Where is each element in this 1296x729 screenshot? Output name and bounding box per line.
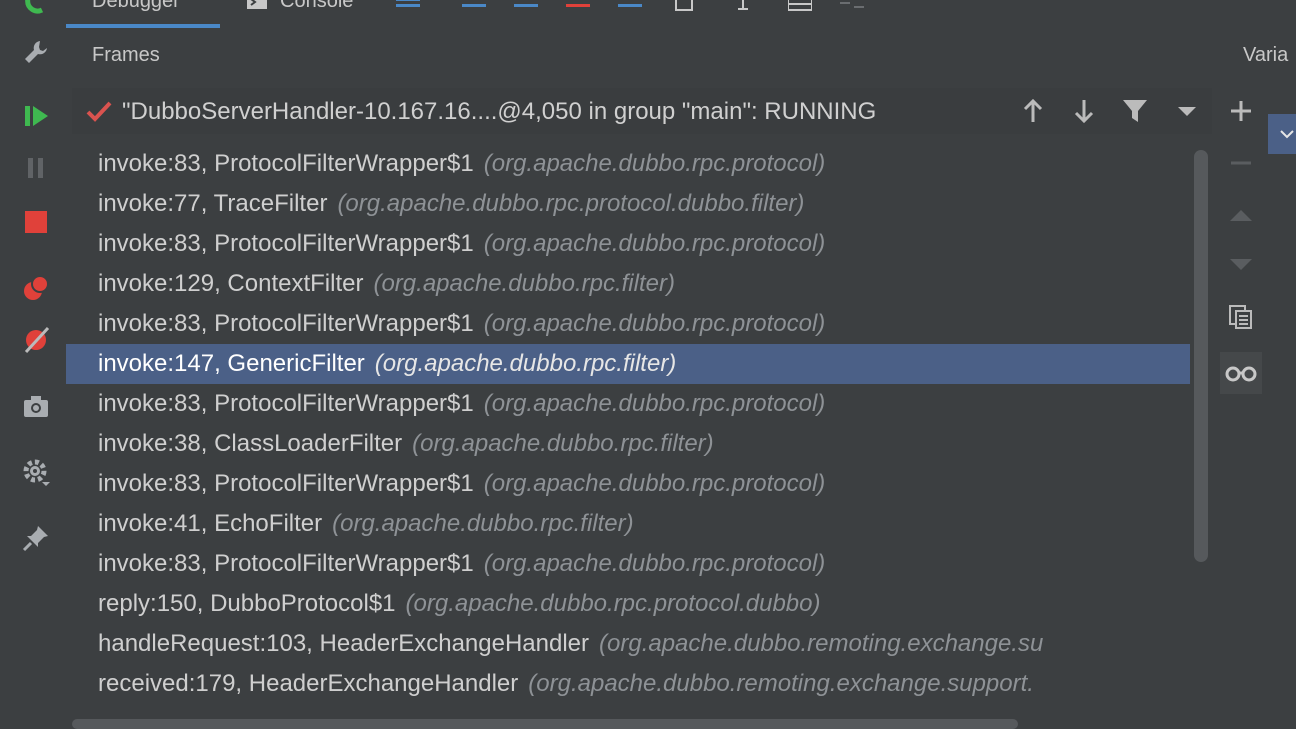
view-breakpoints-icon[interactable] bbox=[22, 274, 50, 302]
frame-row[interactable]: invoke:83, ProtocolFilterWrapper$1 (org.a… bbox=[66, 464, 1190, 504]
show-execution-point-icon[interactable] bbox=[396, 0, 420, 12]
frame-row[interactable]: invoke:83, ProtocolFilterWrapper$1 (org.a… bbox=[66, 224, 1190, 264]
active-tab-indicator bbox=[66, 24, 220, 28]
remove-watch-icon[interactable] bbox=[1228, 150, 1254, 176]
frame-method: received:179, HeaderExchangeHandler bbox=[98, 670, 519, 697]
frame-method: invoke:83, ProtocolFilterWrapper$1 bbox=[98, 230, 474, 257]
dropdown-icon[interactable] bbox=[1174, 98, 1200, 124]
frame-package: (org.apache.dubbo.rpc.protocol) bbox=[483, 310, 826, 337]
frame-method: reply:150, DubboProtocol$1 bbox=[98, 590, 396, 617]
frame-method: handleRequest:103, HeaderExchangeHandler bbox=[98, 630, 590, 657]
move-down-icon[interactable] bbox=[1228, 252, 1254, 278]
frame-method: invoke:38, ClassLoaderFilter bbox=[98, 430, 403, 457]
frame-method: invoke:129, ContextFilter bbox=[98, 270, 364, 297]
frame-row-selected[interactable]: invoke:147, GenericFilter (org.apache.dub… bbox=[66, 344, 1190, 384]
run-to-cursor-icon[interactable] bbox=[734, 0, 758, 12]
step-out-icon[interactable] bbox=[618, 0, 642, 12]
step-over-icon[interactable] bbox=[462, 0, 486, 12]
copy-icon[interactable] bbox=[1228, 304, 1254, 330]
frame-row[interactable]: invoke:38, ClassLoaderFilter (org.apache.… bbox=[66, 424, 1190, 464]
camera-icon[interactable] bbox=[22, 392, 50, 420]
tab-console[interactable]: Console bbox=[280, 0, 353, 13]
frame-row[interactable]: received:179, HeaderExchangeHandler (org.… bbox=[66, 664, 1190, 704]
frame-package: (org.apache.dubbo.rpc.filter) bbox=[374, 350, 677, 377]
filter-icon[interactable] bbox=[1122, 98, 1148, 124]
frame-method: invoke:147, GenericFilter bbox=[98, 350, 365, 377]
pause-icon[interactable] bbox=[22, 154, 50, 182]
frame-row[interactable]: reply:150, DubboProtocol$1 (org.apache.du… bbox=[66, 584, 1190, 624]
frames-panel-title: Frames bbox=[92, 44, 160, 66]
checkmark-icon bbox=[86, 98, 112, 124]
variables-dropdown[interactable] bbox=[1268, 114, 1296, 154]
glasses-icon[interactable] bbox=[1220, 352, 1262, 394]
frame-row[interactable]: invoke:83, ProtocolFilterWrapper$1 (org.a… bbox=[66, 304, 1190, 344]
stop-icon[interactable] bbox=[22, 208, 50, 236]
frame-package: (org.apache.dubbo.remoting.exchange.su bbox=[599, 630, 1044, 657]
frame-row[interactable]: invoke:129, ContextFilter (org.apache.dub… bbox=[66, 264, 1190, 304]
debug-left-toolbar bbox=[0, 30, 72, 728]
frame-method: invoke:83, ProtocolFilterWrapper$1 bbox=[98, 550, 474, 577]
frame-package: (org.apache.dubbo.rpc.protocol) bbox=[483, 150, 826, 177]
trace-icon[interactable] bbox=[840, 0, 864, 12]
add-watch-icon[interactable] bbox=[1228, 98, 1254, 124]
settings-icon[interactable] bbox=[22, 458, 50, 486]
step-into-icon[interactable] bbox=[514, 0, 538, 12]
frame-package: (org.apache.dubbo.rpc.protocol) bbox=[483, 550, 826, 577]
drop-frame-icon[interactable] bbox=[674, 0, 698, 12]
frames-vertical-scrollbar[interactable] bbox=[1194, 150, 1208, 562]
frame-method: invoke:83, ProtocolFilterWrapper$1 bbox=[98, 390, 474, 417]
frames-list: invoke:83, ProtocolFilterWrapper$1 (org.a… bbox=[66, 144, 1190, 704]
pin-icon[interactable] bbox=[22, 524, 50, 552]
move-up-icon[interactable] bbox=[1228, 202, 1254, 228]
frame-package: (org.apache.dubbo.rpc.protocol.dubbo) bbox=[405, 590, 821, 617]
frame-method: invoke:83, ProtocolFilterWrapper$1 bbox=[98, 470, 474, 497]
frame-row[interactable]: invoke:83, ProtocolFilterWrapper$1 (org.a… bbox=[66, 384, 1190, 424]
evaluate-expression-icon[interactable] bbox=[787, 0, 813, 12]
frame-package: (org.apache.dubbo.rpc.protocol) bbox=[483, 470, 826, 497]
frame-package: (org.apache.dubbo.rpc.filter) bbox=[412, 430, 714, 457]
frame-package: (org.apache.dubbo.rpc.protocol) bbox=[483, 390, 826, 417]
variables-panel-title: Varia bbox=[1243, 44, 1289, 66]
chevron-down-icon bbox=[1278, 126, 1296, 142]
frame-method: invoke:41, EchoFilter bbox=[98, 510, 323, 537]
arrow-down-icon[interactable] bbox=[1071, 98, 1097, 124]
console-icon bbox=[246, 0, 268, 10]
frame-row[interactable]: invoke:83, ProtocolFilterWrapper$1 (org.a… bbox=[66, 144, 1190, 184]
watches-toolbar bbox=[1216, 88, 1266, 408]
frame-package: (org.apache.dubbo.rpc.protocol) bbox=[483, 230, 826, 257]
arrow-up-icon[interactable] bbox=[1020, 98, 1046, 124]
tab-debugger[interactable]: Debugger bbox=[92, 0, 180, 13]
frame-row[interactable]: invoke:83, ProtocolFilterWrapper$1 (org.a… bbox=[66, 544, 1190, 584]
frame-package: (org.apache.dubbo.rpc.filter) bbox=[373, 270, 675, 297]
frame-package: (org.apache.dubbo.rpc.filter) bbox=[332, 510, 634, 537]
frame-method: invoke:83, ProtocolFilterWrapper$1 bbox=[98, 150, 474, 177]
frame-row[interactable]: invoke:77, TraceFilter (org.apache.dubbo.… bbox=[66, 184, 1190, 224]
frame-row[interactable]: invoke:41, EchoFilter (org.apache.dubbo.r… bbox=[66, 504, 1190, 544]
force-step-into-icon[interactable] bbox=[566, 0, 590, 12]
wrench-icon[interactable] bbox=[22, 38, 50, 66]
frame-package: (org.apache.dubbo.remoting.exchange.supp… bbox=[528, 670, 1034, 697]
app-icon bbox=[22, 0, 48, 14]
frame-method: invoke:83, ProtocolFilterWrapper$1 bbox=[98, 310, 474, 337]
thread-name[interactable]: "DubboServerHandler-10.167.16....@4,050 … bbox=[122, 98, 876, 126]
resume-icon[interactable] bbox=[22, 102, 50, 130]
mute-breakpoints-icon[interactable] bbox=[22, 326, 50, 354]
frame-method: invoke:77, TraceFilter bbox=[98, 190, 328, 217]
frame-package: (org.apache.dubbo.rpc.protocol.dubbo.fil… bbox=[337, 190, 805, 217]
frame-row[interactable]: handleRequest:103, HeaderExchangeHandler… bbox=[66, 624, 1190, 664]
